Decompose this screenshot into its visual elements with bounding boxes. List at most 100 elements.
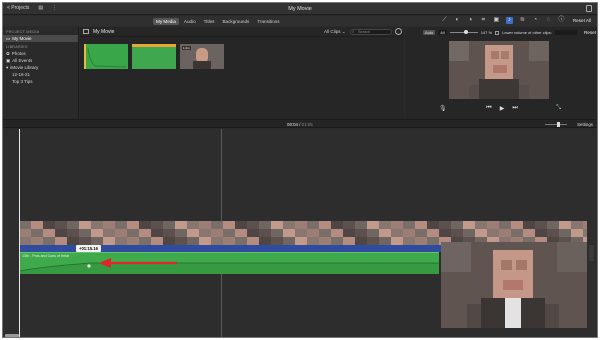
- filmstrip-pixel: [475, 229, 487, 237]
- filmstrip-pixel: [331, 229, 343, 237]
- filmstrip-pixel: [559, 229, 571, 237]
- tab-backgrounds[interactable]: Backgrounds: [219, 18, 252, 25]
- media-tabs: My Media Audio Titles Backgrounds Transi…: [153, 17, 283, 25]
- filmstrip-pixel: [55, 237, 67, 245]
- sidebar-item-event-1[interactable]: 12-16-21: [3, 71, 78, 78]
- filmstrip-pixel: [223, 229, 235, 237]
- filmstrip-pixel: [235, 237, 247, 245]
- timeline-scrollbar[interactable]: [5, 334, 19, 337]
- filmstrip-pixel: [511, 221, 523, 229]
- audio-track-clip[interactable]: 13th - Pros and Cons of Irritat: [19, 252, 439, 274]
- gear-icon[interactable]: [395, 28, 402, 35]
- color-balance-icon[interactable]: ◐: [454, 17, 461, 24]
- reset-all-button[interactable]: Reset All: [573, 18, 591, 23]
- sidebar-toggle-icon[interactable]: [83, 29, 89, 34]
- lower-volume-checkbox[interactable]: [495, 30, 500, 35]
- filmstrip-pixel: [271, 221, 283, 229]
- media-clip-3[interactable]: 1.0m: [180, 44, 224, 69]
- keyframe-point[interactable]: [87, 264, 91, 268]
- filmstrip-pixel: [295, 237, 307, 245]
- imovie-window: < Projects ▤ ⋮ My Movie My Media Audio T…: [2, 2, 598, 338]
- picture-in-picture-clip[interactable]: [441, 242, 587, 328]
- noise-reduction-icon[interactable]: ≋: [519, 17, 526, 24]
- filmstrip-pixel: [523, 221, 535, 229]
- filmstrip-pixel: [403, 221, 415, 229]
- filmstrip-pixel: [151, 221, 163, 229]
- lower-volume-field[interactable]: [554, 30, 577, 35]
- tab-my-media[interactable]: My Media: [153, 17, 179, 25]
- filmstrip-pixel: [259, 237, 271, 245]
- sidebar-item-imovie-library[interactable]: ▾ iMovie Library: [3, 64, 78, 71]
- filmstrip-pixel: [79, 229, 91, 237]
- audio-clip-label: 13th - Pros and Cons of Irritat: [22, 254, 70, 258]
- filmstrip-pixel: [91, 237, 103, 245]
- crop-icon[interactable]: ⌗: [480, 17, 487, 24]
- tab-titles[interactable]: Titles: [201, 18, 218, 25]
- filmstrip-pixel: [235, 229, 247, 237]
- filmstrip-pixel: [151, 229, 163, 237]
- tab-transitions[interactable]: Transitions: [254, 18, 282, 25]
- track-end-marker: [589, 245, 594, 261]
- reset-button[interactable]: Reset: [584, 30, 596, 35]
- media-clip-1[interactable]: [84, 44, 128, 69]
- filmstrip-pixel: [391, 229, 403, 237]
- browser-title: My Movie: [93, 29, 115, 35]
- filmstrip-pixel: [211, 229, 223, 237]
- fullscreen-icon[interactable]: ⤡: [556, 105, 561, 112]
- filmstrip-pixel: [535, 229, 547, 237]
- disclosure-chevron-icon: ▾: [6, 64, 9, 70]
- filmstrip-pixel: [271, 229, 283, 237]
- filmstrip-pixel: [391, 237, 403, 245]
- filter-icon[interactable]: ◌: [545, 17, 552, 24]
- zoom-slider[interactable]: [545, 121, 567, 127]
- sidebar-item-my-movie[interactable]: ▭ My Movie: [3, 35, 78, 42]
- volume-controls: Auto All 147 % Lower volume of other cli…: [423, 30, 577, 35]
- filmstrip-pixel: [55, 221, 67, 229]
- filmstrip-pixel: [247, 221, 259, 229]
- filmstrip-pixel: [103, 229, 115, 237]
- volume-slider[interactable]: [449, 30, 478, 34]
- share-icon[interactable]: [586, 5, 592, 12]
- speed-icon[interactable]: ◔: [532, 17, 539, 24]
- sidebar-item-photos[interactable]: ✿ Photos: [3, 50, 78, 57]
- filmstrip-pixel: [343, 229, 355, 237]
- filmstrip-pixel: [427, 237, 439, 245]
- clip-filter-dropdown[interactable]: All Clips ⌄: [324, 29, 346, 35]
- volume-icon[interactable]: ♪: [505, 17, 513, 24]
- playhead[interactable]: [19, 129, 20, 337]
- magic-wand-icon[interactable]: ⟋: [441, 17, 448, 24]
- timeline: 13th - Pros and Cons of Irritat +01:15.1…: [3, 129, 597, 337]
- filmstrip-pixel: [319, 221, 331, 229]
- skip-back-icon[interactable]: ⏮: [486, 105, 491, 112]
- filmstrip-pixel: [415, 237, 427, 245]
- filmstrip-pixel: [427, 229, 439, 237]
- all-button[interactable]: All: [438, 30, 447, 35]
- media-clip-2[interactable]: [132, 44, 176, 69]
- tab-audio[interactable]: Audio: [181, 18, 199, 25]
- auto-button[interactable]: Auto: [423, 30, 436, 35]
- filmstrip-pixel: [583, 221, 587, 229]
- filmstrip-pixel: [163, 237, 175, 245]
- viewer-panel: Auto All 147 % Lower volume of other cli…: [405, 27, 597, 119]
- stabilization-icon[interactable]: ▣: [493, 17, 500, 24]
- sidebar-item-event-2[interactable]: Top 3 Tips: [3, 78, 78, 85]
- sidebar-item-all-events[interactable]: ▣ All Events: [3, 57, 78, 64]
- filmstrip-pixel: [19, 237, 31, 245]
- filmstrip-pixel: [115, 221, 127, 229]
- filmstrip-pixel: [355, 237, 367, 245]
- timeline-settings-button[interactable]: Settings: [577, 122, 593, 127]
- photos-icon: ✿: [6, 50, 10, 56]
- filmstrip-pixel: [367, 221, 379, 229]
- filmstrip-pixel: [283, 221, 295, 229]
- filmstrip-pixel: [247, 229, 259, 237]
- filmstrip-pixel: [115, 237, 127, 245]
- info-icon[interactable]: ⓘ: [558, 17, 565, 24]
- play-icon[interactable]: ▶: [500, 105, 505, 112]
- search-input[interactable]: Search: [350, 28, 392, 35]
- filmstrip-pixel: [307, 229, 319, 237]
- filmstrip-pixel: [523, 229, 535, 237]
- skip-forward-icon[interactable]: ⏭: [512, 105, 517, 112]
- filmstrip-pixel: [115, 229, 127, 237]
- filmstrip-pixel: [331, 221, 343, 229]
- color-correction-icon[interactable]: ◑: [467, 17, 474, 24]
